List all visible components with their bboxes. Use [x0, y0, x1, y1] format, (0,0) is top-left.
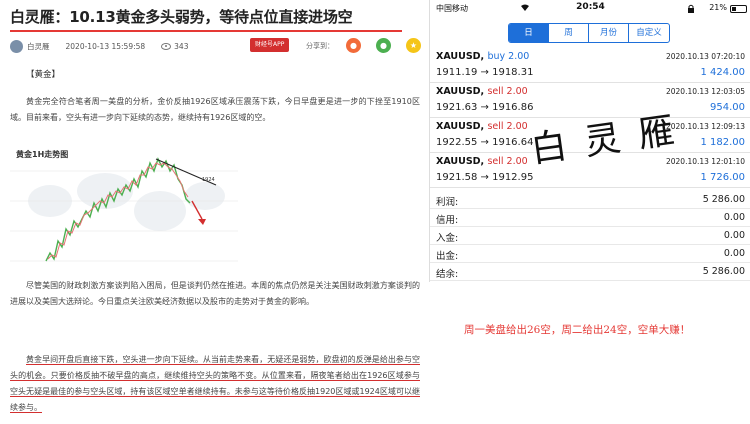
summary-row-profit: 利润: 5 286.00 [430, 191, 750, 209]
summary-label: 信用: [436, 215, 459, 226]
period-tabs: 日 周 月份 自定义 [508, 23, 670, 43]
clock: 20:54 [576, 2, 605, 12]
trade-date: 2020.10.13 12:01:10 [665, 157, 745, 166]
share-label: 分享到： [306, 42, 334, 50]
trade-symbol: XAUUSD, [436, 156, 485, 167]
status-bar: 中国移动 20:54 21% [430, 0, 750, 18]
trade-symbol: XAUUSD, [436, 51, 485, 62]
gold-chart-image: 1924 黄金1H走势图 [10, 141, 238, 271]
chart-level-label: 1924 [202, 177, 215, 183]
summary-value: 5 286.00 [702, 266, 745, 277]
summary-value: 0.00 [723, 248, 745, 259]
trade-row[interactable]: XAUUSD, buy 2.00 2020.10.13 07:20:10 191… [430, 48, 750, 83]
tab-week[interactable]: 周 [549, 24, 589, 42]
tab-custom[interactable]: 自定义 [629, 24, 669, 42]
battery-percent: 21% [709, 3, 727, 12]
trade-symbol: XAUUSD, [436, 86, 485, 97]
summary-label: 出金: [436, 251, 459, 262]
trade-side: sell 2.00 [487, 121, 528, 132]
trade-side: sell 2.00 [487, 156, 528, 167]
trade-prices: 1911.19 → 1918.31 [436, 67, 534, 78]
trade-profit: 1 182.00 [700, 137, 745, 148]
summary-row-withdrawal: 出金: 0.00 [430, 245, 750, 263]
weibo-icon[interactable]: ● [346, 38, 361, 53]
summary-label: 结余: [436, 269, 459, 280]
summary-value: 0.00 [723, 212, 745, 223]
author-name[interactable]: 白灵雁 [27, 41, 50, 52]
avatar[interactable] [10, 39, 23, 53]
lock-rotation-icon [687, 4, 695, 13]
title-underline [10, 30, 402, 32]
trade-profit: 954.00 [710, 102, 745, 113]
screenshot-composite: 白灵雁：10.13黄金多头弱势，等待点位直接进场空 白灵雁 2020-10-13… [0, 0, 750, 424]
article-meta: 白灵雁 2020-10-13 15:59:58 343 财经号APP 分享到： … [10, 38, 421, 54]
battery-icon [730, 5, 747, 13]
trade-side: buy 2.00 [487, 51, 530, 62]
eye-icon [161, 42, 172, 50]
paragraph-3-text: 黄金早间开盘后直接下跌，空头进一步向下延续。从当前走势来看，无疑还是弱势，欧盘初… [10, 355, 420, 413]
paragraph-2: 尽管美国的财政刺激方案谈判陷入困局，但是谈判仍然在推进。本周的焦点仍然是关注美国… [10, 281, 420, 306]
trade-prices: 1921.63 → 1916.86 [436, 102, 534, 113]
summary-row-credit: 信用: 0.00 [430, 209, 750, 227]
tab-month[interactable]: 月份 [589, 24, 629, 42]
summary-label: 入金: [436, 233, 459, 244]
result-caption: 周一美盘给出26空，周二给出24空，空单大赚！ [464, 324, 691, 336]
summary-value: 5 286.00 [702, 194, 745, 205]
chart-title: 黄金1H走势图 [16, 150, 69, 159]
price-chart-graphic: 1924 [10, 141, 238, 271]
trade-date: 2020.10.13 12:03:05 [665, 87, 745, 96]
summary-value: 0.00 [723, 230, 745, 241]
app-download-button[interactable]: 财经号APP [250, 38, 290, 52]
paragraph-3: 黄金早间开盘后直接下跌，空头进一步向下延续。从当前走势来看，无疑还是弱势，欧盘初… [10, 352, 420, 416]
trade-date: 2020.10.13 07:20:10 [665, 52, 745, 61]
trade-symbol: XAUUSD, [436, 121, 485, 132]
paragraph-1: 黄金完全符合笔者周一美盘的分析，金价反抽1926区域承压震荡下跌，今日早盘更是进… [10, 97, 420, 122]
article-panel: 白灵雁：10.13黄金多头弱势，等待点位直接进场空 白灵雁 2020-10-13… [0, 0, 428, 424]
trade-prices: 1921.58 → 1912.95 [436, 172, 534, 183]
star-icon[interactable]: ★ [406, 38, 421, 53]
account-summary: 利润: 5 286.00 信用: 0.00 入金: 0.00 出金: 0.00 … [430, 191, 750, 281]
trade-profit: 1 424.00 [700, 67, 745, 78]
trade-side: sell 2.00 [487, 86, 528, 97]
article-title: 白灵雁：10.13黄金多头弱势，等待点位直接进场空 [10, 8, 353, 26]
summary-label: 利润: [436, 197, 459, 208]
section-tag: 【黄金】 [26, 70, 61, 80]
summary-row-deposit: 入金: 0.00 [430, 227, 750, 245]
publish-datetime: 2020-10-13 15:59:58 [65, 41, 146, 51]
wechat-icon[interactable]: ● [376, 38, 391, 53]
tab-day[interactable]: 日 [509, 24, 549, 42]
trade-profit: 1 726.00 [700, 172, 745, 183]
summary-row-balance: 结余: 5 286.00 [430, 263, 750, 281]
view-count: 343 [174, 41, 189, 51]
trade-prices: 1922.55 → 1916.64 [436, 137, 534, 148]
